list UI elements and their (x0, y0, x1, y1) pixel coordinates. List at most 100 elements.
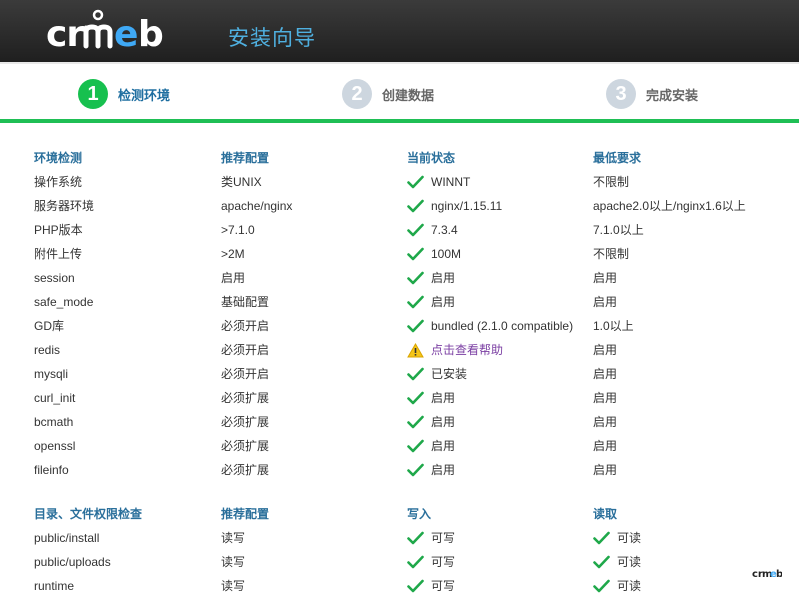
status-text: 启用 (431, 415, 456, 429)
status-cell: 可写 (407, 526, 455, 550)
directory-path: public/uploads (34, 555, 111, 569)
column-header: 目录、文件权限检查 (34, 507, 143, 521)
table-row: public/uploads 读写 可写 可读 (34, 550, 774, 574)
status-cell: 启用 (407, 290, 455, 314)
step-create-data: 2 创建数据 (342, 77, 434, 111)
status-text: 可读 (617, 531, 642, 545)
status-text: 可写 (431, 531, 456, 545)
minimum-requirement: apache2.0以上/nginx1.6以上 (593, 199, 746, 213)
recommended-config: 必须扩展 (221, 463, 270, 477)
table-row: openssl 必须扩展 启用 启用 (34, 434, 774, 458)
table-row: 附件上传 >2M 100M 不限制 (34, 242, 774, 266)
status-text: 启用 (431, 271, 456, 285)
status-cell: 已安装 (407, 362, 467, 386)
table-row: mysqli 必须开启 已安装 启用 (34, 362, 774, 386)
env-check-table: 环境检测 推荐配置 当前状态 最低要求 操作系统 类UNIX WINNT 不限制 服务器… (34, 146, 774, 598)
status-cell: 可读 (593, 526, 641, 550)
status-cell: 启用 (407, 386, 455, 410)
step-check-env: 1 检测环境 (78, 77, 170, 111)
check-icon (407, 414, 424, 431)
recommended-config: 必须扩展 (221, 391, 270, 405)
step-label: 完成安装 (646, 87, 699, 103)
table-row: redis 必须开启 点击查看帮助 启用 (34, 338, 774, 362)
warning-icon (407, 342, 424, 359)
minimum-requirement: 启用 (593, 271, 618, 285)
table-row: PHP版本 >7.1.0 7.3.4 7.1.0以上 (34, 218, 774, 242)
check-item: 操作系统 (34, 175, 83, 189)
status-cell: nginx/1.15.11 (407, 194, 502, 218)
status-cell: bundled (2.1.0 compatible) (407, 314, 573, 338)
check-icon (593, 554, 610, 571)
column-header: 读取 (593, 507, 618, 521)
help-link[interactable]: 点击查看帮助 (431, 338, 503, 362)
recommended-config: 必须开启 (221, 367, 270, 381)
minimum-requirement: 启用 (593, 343, 618, 357)
minimum-requirement: 启用 (593, 463, 618, 477)
recommended-config: 启用 (221, 271, 246, 285)
status-text: 启用 (431, 439, 456, 453)
check-icon (407, 578, 424, 595)
check-item: openssl (34, 439, 76, 453)
status-text: bundled (2.1.0 compatible) (431, 319, 574, 333)
check-icon (407, 222, 424, 239)
check-item: 服务器环境 (34, 199, 95, 213)
recommended-permission: 读写 (221, 579, 246, 593)
check-icon (407, 270, 424, 287)
step-label: 检测环境 (118, 87, 171, 103)
top-header: cr e b 安装向导 (0, 0, 799, 64)
status-cell: 点击查看帮助 (407, 338, 503, 362)
status-text: 启用 (431, 295, 456, 309)
minimum-requirement: 启用 (593, 415, 618, 429)
recommended-config: 必须扩展 (221, 415, 270, 429)
column-header: 最低要求 (593, 151, 642, 165)
table-row: safe_mode 基础配置 启用 启用 (34, 290, 774, 314)
check-item: GD库 (34, 319, 65, 333)
step-number-1: 1 (78, 79, 108, 109)
column-header: 写入 (407, 507, 432, 521)
check-item: bcmath (34, 415, 74, 429)
check-item: session (34, 271, 75, 285)
recommended-config: >7.1.0 (221, 223, 255, 237)
table-row: fileinfo 必须扩展 启用 启用 (34, 458, 774, 482)
status-text: 启用 (431, 463, 456, 477)
status-cell: 启用 (407, 434, 455, 458)
recommended-config: >2M (221, 247, 245, 261)
check-icon (407, 530, 424, 547)
recommended-config: 类UNIX (221, 175, 262, 189)
check-item: curl_init (34, 391, 76, 405)
check-icon (407, 318, 424, 335)
crmeb-mini-logo: cr m e b (752, 566, 783, 583)
column-header: 推荐配置 (221, 151, 270, 165)
check-icon (407, 438, 424, 455)
progress-divider (0, 119, 799, 123)
recommended-config: apache/nginx (221, 199, 293, 213)
check-item: fileinfo (34, 463, 69, 477)
check-icon (407, 390, 424, 407)
status-text: 可读 (617, 579, 642, 593)
check-icon (593, 578, 610, 595)
status-text: WINNT (431, 175, 471, 189)
install-steps: 1 检测环境 2 创建数据 3 完成安装 (0, 66, 799, 122)
recommended-config: 必须开启 (221, 343, 270, 357)
check-icon (407, 198, 424, 215)
check-icon (407, 554, 424, 571)
status-cell: 可读 (593, 574, 641, 598)
column-header: 推荐配置 (221, 507, 270, 521)
status-cell: 启用 (407, 410, 455, 434)
status-cell: 可写 (407, 574, 455, 598)
status-text: 100M (431, 247, 462, 261)
check-icon (407, 174, 424, 191)
svg-text:e: e (114, 14, 138, 55)
column-header: 当前状态 (407, 151, 456, 165)
recommended-permission: 读写 (221, 555, 246, 569)
table-row: bcmath 必须扩展 启用 启用 (34, 410, 774, 434)
check-icon (407, 246, 424, 263)
table-row: runtime 读写 可写 可读 (34, 574, 774, 598)
status-text: 已安装 (431, 367, 468, 381)
minimum-requirement: 启用 (593, 391, 618, 405)
status-text: 可写 (431, 579, 456, 593)
minimum-requirement: 启用 (593, 439, 618, 453)
minimum-requirement: 7.1.0以上 (593, 223, 644, 237)
recommended-config: 基础配置 (221, 295, 270, 309)
status-text: nginx/1.15.11 (431, 199, 503, 213)
